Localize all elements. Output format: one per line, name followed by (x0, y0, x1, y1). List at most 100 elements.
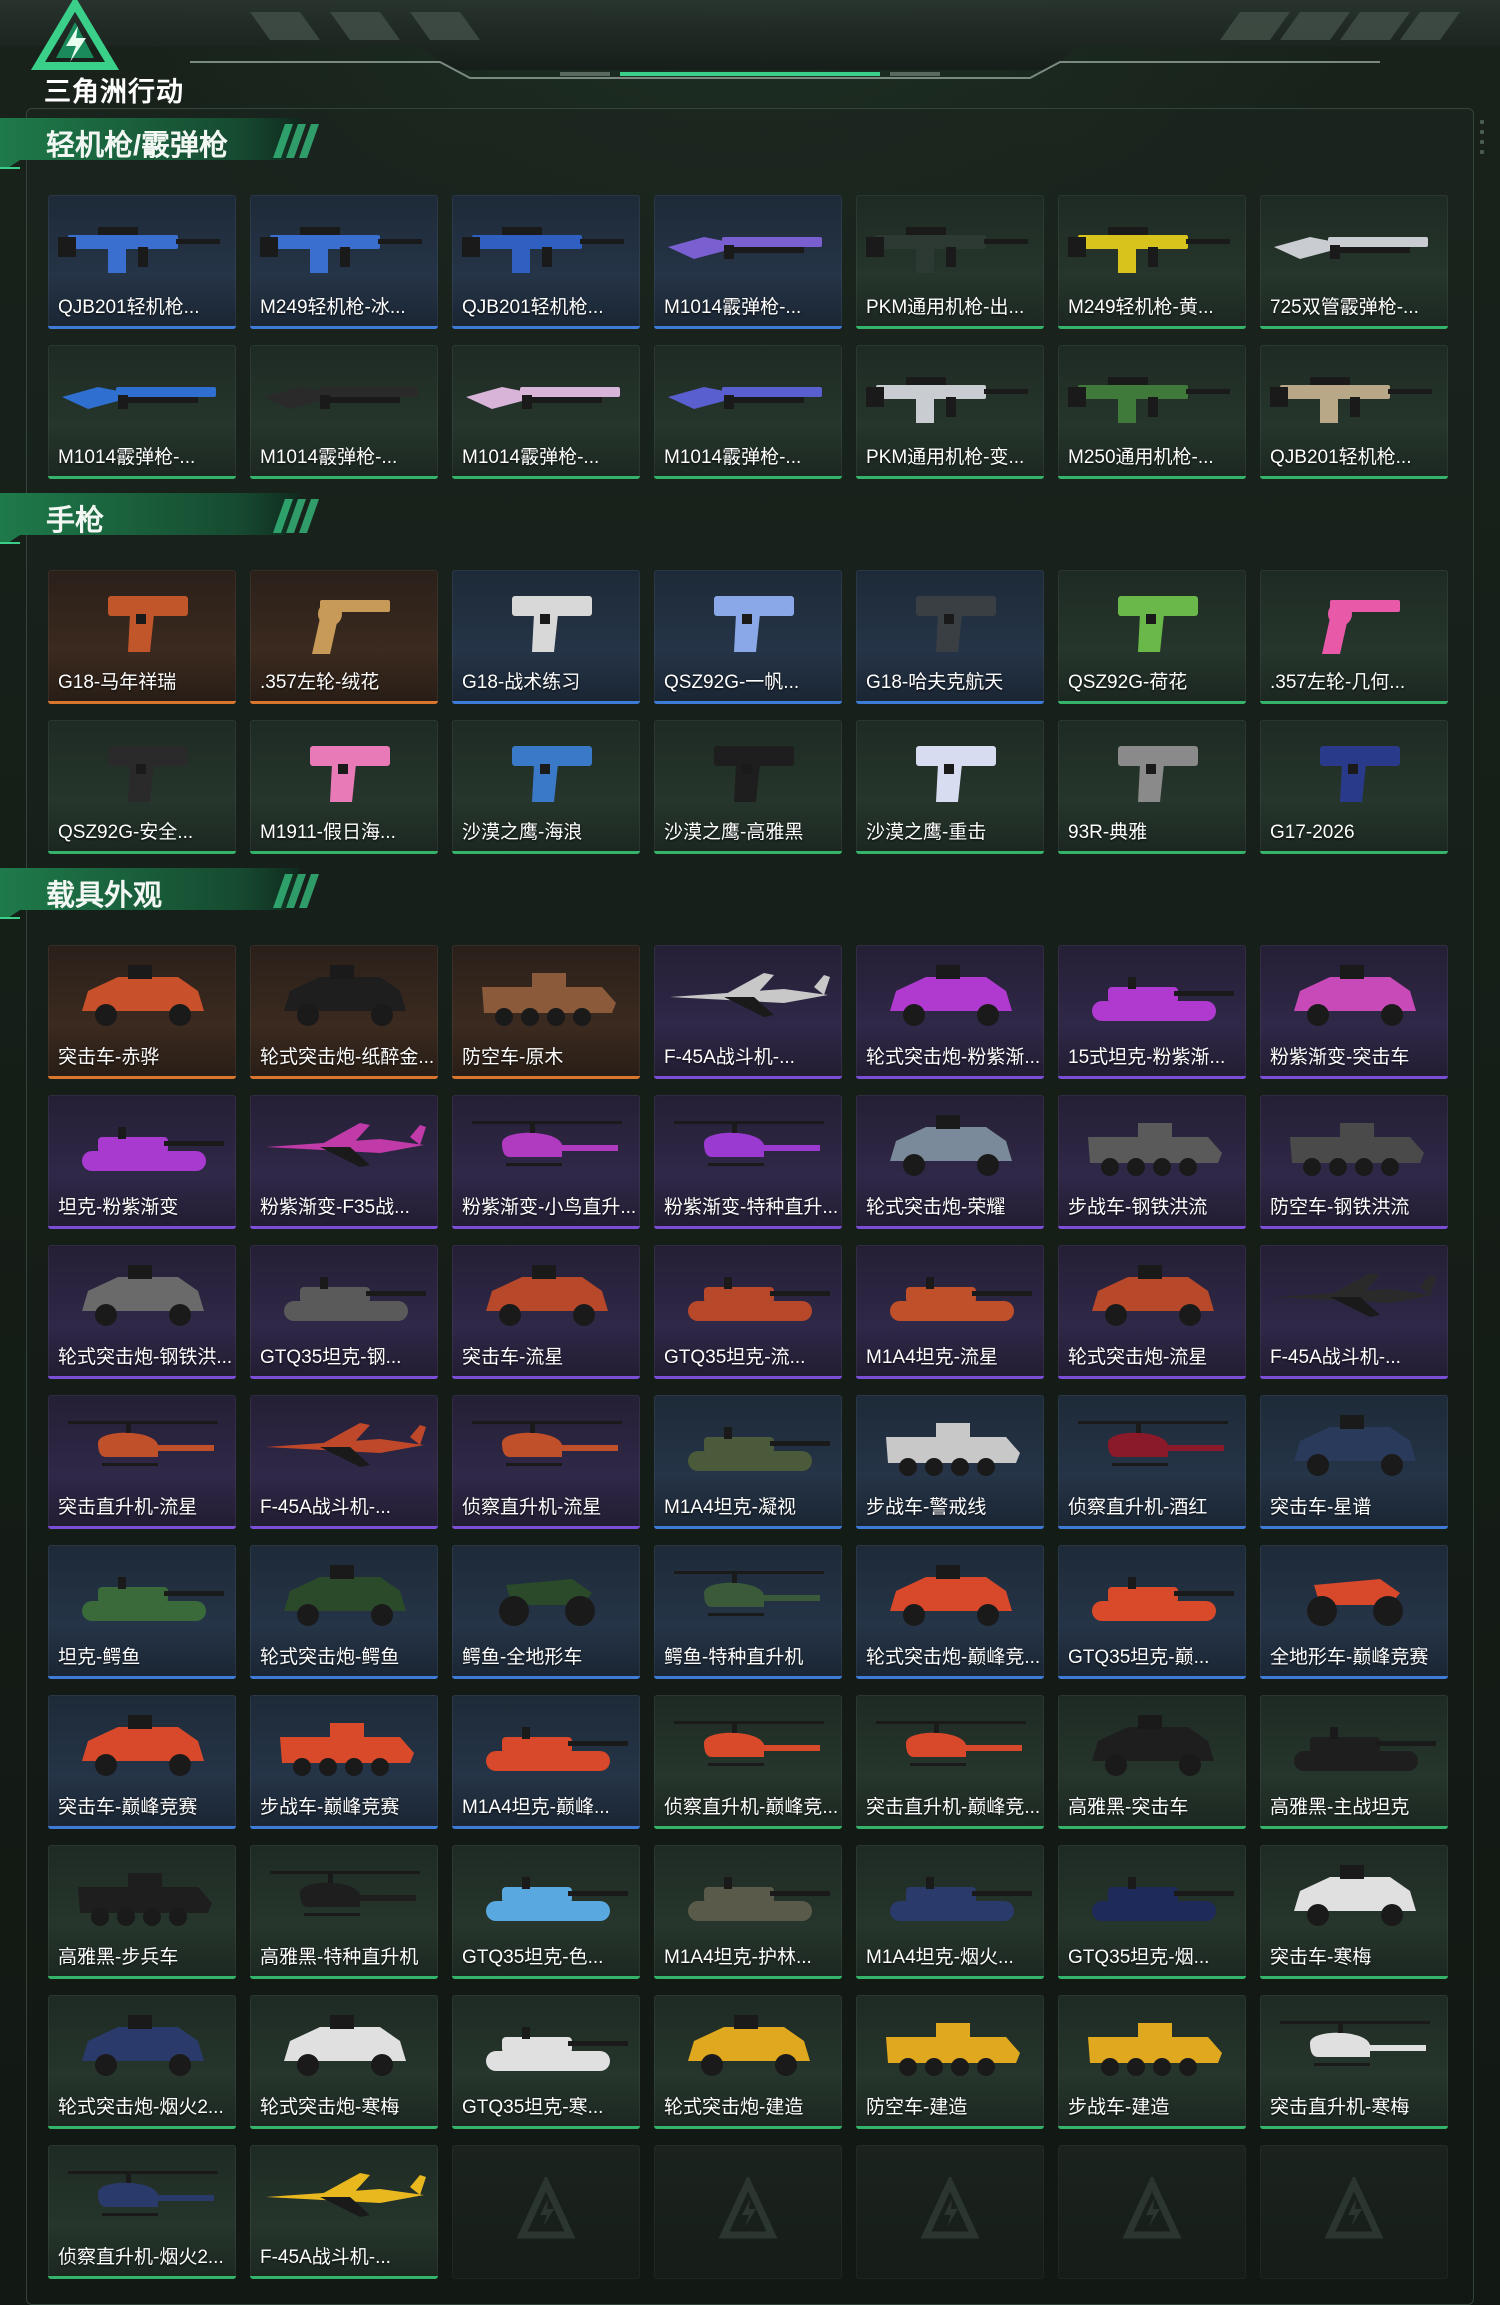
item-card[interactable]: .357左轮-几何... (1260, 570, 1448, 704)
item-card[interactable]: 轮式突击炮-纸醉金... (250, 945, 438, 1079)
item-card[interactable]: 突击车-寒梅 (1260, 1845, 1448, 1979)
item-card[interactable]: 侦察直升机-流星 (452, 1395, 640, 1529)
lmg-icon (1068, 227, 1230, 273)
item-card[interactable]: F-45A战斗机-... (654, 945, 842, 1079)
item-name: 轮式突击炮-钢铁洪... (58, 1347, 232, 1368)
item-card[interactable]: M1A4坦克-巅峰... (452, 1695, 640, 1829)
item-card[interactable]: QSZ92G-荷花 (1058, 570, 1246, 704)
item-card[interactable]: M1014霰弹枪-... (250, 345, 438, 479)
item-card[interactable]: 粉紫渐变-F35战... (250, 1095, 438, 1229)
item-card[interactable]: QSZ92G-安全... (48, 720, 236, 854)
item-card[interactable]: F-45A战斗机-... (250, 2145, 438, 2279)
item-card[interactable]: 沙漠之鹰-高雅黑 (654, 720, 842, 854)
item-card[interactable]: 93R-典雅 (1058, 720, 1246, 854)
item-card[interactable]: GTQ35坦克-巅... (1058, 1545, 1246, 1679)
shotgun-icon (668, 387, 822, 409)
item-card[interactable]: 粉紫渐变-小鸟直升... (452, 1095, 640, 1229)
item-card[interactable]: M250通用机枪-... (1058, 345, 1246, 479)
item-card[interactable]: 轮式突击炮-巅峰竞... (856, 1545, 1044, 1679)
item-name: M1A4坦克-护林... (664, 1947, 812, 1968)
quality-strip (452, 476, 640, 479)
item-card[interactable]: GTQ35坦克-色... (452, 1845, 640, 1979)
item-card[interactable]: 鳄鱼-特种直升机 (654, 1545, 842, 1679)
item-card[interactable]: PKM通用机枪-出... (856, 195, 1044, 329)
item-card[interactable]: 轮式突击炮-荣耀 (856, 1095, 1044, 1229)
item-card[interactable]: 防空车-钢铁洪流 (1260, 1095, 1448, 1229)
armored-car-icon (82, 965, 204, 1026)
item-card[interactable]: 突击直升机-巅峰竞... (856, 1695, 1044, 1829)
item-card[interactable]: 侦察直升机-巅峰竞... (654, 1695, 842, 1829)
item-card[interactable]: 高雅黑-步兵车 (48, 1845, 236, 1979)
item-card[interactable]: QJB201轻机枪... (1260, 345, 1448, 479)
item-card[interactable]: M1014霰弹枪-... (48, 345, 236, 479)
item-card[interactable]: G18-马年祥瑞 (48, 570, 236, 704)
item-card[interactable]: 突击直升机-流星 (48, 1395, 236, 1529)
item-card[interactable]: 步战车-警戒线 (856, 1395, 1044, 1529)
item-name: QSZ92G-荷花 (1068, 672, 1188, 693)
item-card[interactable]: 突击车-赤骅 (48, 945, 236, 1079)
item-card[interactable]: 步战车-钢铁洪流 (1058, 1095, 1246, 1229)
item-card[interactable]: PKM通用机枪-变... (856, 345, 1044, 479)
quality-strip (1260, 1076, 1448, 1079)
item-card[interactable]: M249轻机枪-黄... (1058, 195, 1246, 329)
item-card[interactable]: M1A4坦克-凝视 (654, 1395, 842, 1529)
shotgun-icon (1274, 237, 1428, 259)
item-card[interactable]: 高雅黑-特种直升机 (250, 1845, 438, 1979)
item-card[interactable]: 沙漠之鹰-海浪 (452, 720, 640, 854)
item-card[interactable]: 突击车-巅峰竞赛 (48, 1695, 236, 1829)
item-card[interactable]: 轮式突击炮-流星 (1058, 1245, 1246, 1379)
quality-strip (1058, 1526, 1246, 1529)
item-card[interactable]: 全地形车-巅峰竞赛 (1260, 1545, 1448, 1679)
item-card[interactable]: 突击车-流星 (452, 1245, 640, 1379)
item-card[interactable]: 轮式突击炮-建造 (654, 1995, 842, 2129)
item-card[interactable]: 粉紫渐变-特种直升... (654, 1095, 842, 1229)
item-card[interactable]: M1014霰弹枪-... (654, 195, 842, 329)
item-name: F-45A战斗机-... (1270, 1347, 1401, 1368)
item-card[interactable]: 粉紫渐变-突击车 (1260, 945, 1448, 1079)
panel-scroll-indicator[interactable] (1480, 120, 1484, 160)
item-card[interactable]: G17-2026 (1260, 720, 1448, 854)
item-card[interactable]: GTQ35坦克-寒... (452, 1995, 640, 2129)
item-card[interactable]: 轮式突击炮-寒梅 (250, 1995, 438, 2129)
item-card[interactable]: 突击车-星谱 (1260, 1395, 1448, 1529)
item-card[interactable]: 步战车-建造 (1058, 1995, 1246, 2129)
item-card[interactable]: 侦察直升机-酒红 (1058, 1395, 1246, 1529)
item-card[interactable]: 轮式突击炮-粉紫渐... (856, 945, 1044, 1079)
item-card[interactable]: 725双管霰弹枪-... (1260, 195, 1448, 329)
item-card[interactable]: F-45A战斗机-... (1260, 1245, 1448, 1379)
item-card[interactable]: 防空车-建造 (856, 1995, 1044, 2129)
item-card[interactable]: QJB201轻机枪... (48, 195, 236, 329)
item-card[interactable]: 高雅黑-突击车 (1058, 1695, 1246, 1829)
item-card[interactable]: M1A4坦克-护林... (654, 1845, 842, 1979)
item-card[interactable]: GTQ35坦克-烟... (1058, 1845, 1246, 1979)
item-card[interactable]: 高雅黑-主战坦克 (1260, 1695, 1448, 1829)
item-card[interactable]: GTQ35坦克-钢... (250, 1245, 438, 1379)
item-card[interactable]: M249轻机枪-冰... (250, 195, 438, 329)
item-card[interactable]: 轮式突击炮-鳄鱼 (250, 1545, 438, 1679)
item-card[interactable]: M1014霰弹枪-... (654, 345, 842, 479)
item-card[interactable]: 15式坦克-粉紫渐... (1058, 945, 1246, 1079)
item-card[interactable]: G18-哈夫克航天 (856, 570, 1044, 704)
item-card[interactable]: .357左轮-绒花 (250, 570, 438, 704)
item-card[interactable]: 步战车-巅峰竞赛 (250, 1695, 438, 1829)
item-card[interactable]: M1A4坦克-流星 (856, 1245, 1044, 1379)
empty-slot (1058, 2145, 1246, 2279)
item-card[interactable]: 坦克-粉紫渐变 (48, 1095, 236, 1229)
item-card[interactable]: G18-战术练习 (452, 570, 640, 704)
item-card[interactable]: 突击直升机-寒梅 (1260, 1995, 1448, 2129)
item-card[interactable]: M1911-假日海... (250, 720, 438, 854)
item-card[interactable]: 鳄鱼-全地形车 (452, 1545, 640, 1679)
item-card[interactable]: 轮式突击炮-钢铁洪... (48, 1245, 236, 1379)
item-card[interactable]: F-45A战斗机-... (250, 1395, 438, 1529)
item-card[interactable]: QSZ92G-一帆... (654, 570, 842, 704)
item-card[interactable]: GTQ35坦克-流... (654, 1245, 842, 1379)
item-card[interactable]: 轮式突击炮-烟火2... (48, 1995, 236, 2129)
item-card[interactable]: 坦克-鳄鱼 (48, 1545, 236, 1679)
item-card[interactable]: 侦察直升机-烟火2... (48, 2145, 236, 2279)
item-card[interactable]: 沙漠之鹰-重击 (856, 720, 1044, 854)
item-name: G18-战术练习 (462, 672, 581, 693)
item-card[interactable]: M1014霰弹枪-... (452, 345, 640, 479)
item-card[interactable]: 防空车-原木 (452, 945, 640, 1079)
item-card[interactable]: M1A4坦克-烟火... (856, 1845, 1044, 1979)
item-card[interactable]: QJB201轻机枪... (452, 195, 640, 329)
